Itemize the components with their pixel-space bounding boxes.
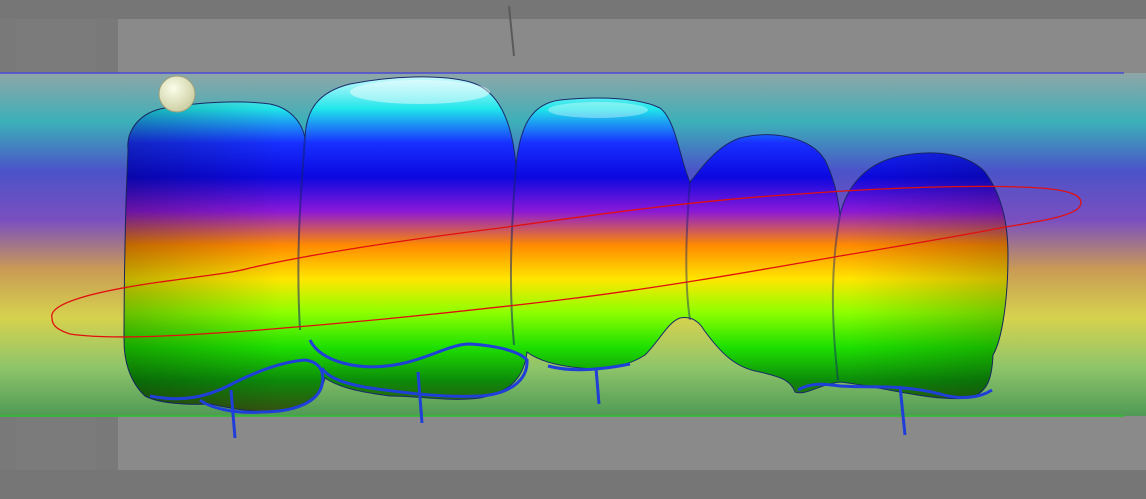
control-handle[interactable]: [158, 75, 196, 113]
lower-gray-panel: [0, 416, 1146, 470]
highlight-2: [548, 102, 648, 118]
left-strip-accent-lower: [16, 416, 96, 470]
highlight-1: [350, 80, 490, 104]
left-strip-accent-upper: [16, 19, 96, 73]
upper-gray-panel: [0, 19, 1146, 73]
scene-canvas[interactable]: [0, 0, 1146, 499]
3d-viewport[interactable]: [0, 0, 1146, 499]
